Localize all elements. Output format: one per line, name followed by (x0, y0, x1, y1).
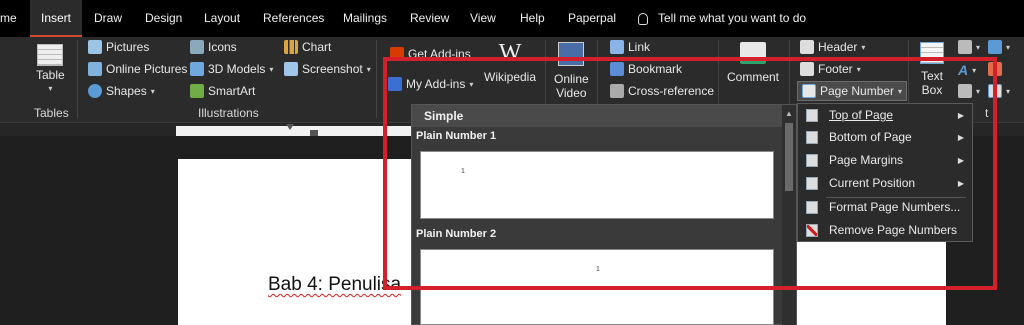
group-label-illustrations: Illustrations (198, 106, 259, 120)
online-pictures-button[interactable]: Online Pictures (88, 62, 187, 76)
tab-view[interactable]: View (470, 0, 496, 37)
chevron-down-icon: ▾ (150, 86, 155, 96)
screenshot-button[interactable]: Screenshot ▾ (284, 62, 371, 76)
smartart-icon (190, 84, 204, 98)
chevron-down-icon: ▾ (269, 64, 274, 74)
chevron-down-icon: ▾ (48, 84, 53, 93)
group-divider (376, 40, 377, 118)
tab-home[interactable]: me (0, 0, 17, 37)
tab-layout[interactable]: Layout (204, 0, 240, 37)
quick-parts-button[interactable]: ▾ (958, 40, 980, 54)
document-heading-text[interactable]: Bab 4: Penulisa (268, 274, 401, 296)
tab-design[interactable]: Design (145, 0, 182, 37)
tab-help[interactable]: Help (520, 0, 545, 37)
screenshot-icon (284, 62, 298, 76)
chevron-down-icon: ▾ (861, 42, 866, 52)
group-label-tables: Tables (34, 106, 69, 120)
online-picture-icon (88, 62, 102, 76)
link-button[interactable]: Link (610, 40, 650, 54)
chevron-down-icon: ▾ (1006, 42, 1011, 52)
table-button[interactable]: Table ▾ (36, 44, 65, 93)
3d-models-button[interactable]: 3D Models ▾ (190, 62, 273, 76)
shapes-icon (88, 84, 102, 98)
shapes-button[interactable]: Shapes ▾ (88, 84, 155, 98)
tab-draw[interactable]: Draw (94, 0, 122, 37)
signature-line-button[interactable]: ▾ (988, 40, 1010, 54)
chart-icon (284, 40, 298, 54)
indent-marker-icon[interactable] (286, 124, 294, 130)
signature-icon (988, 40, 1002, 54)
ribbon-tab-bar: me Insert Draw Design Layout References … (0, 0, 1024, 37)
tab-paperpal[interactable]: Paperpal (568, 0, 616, 37)
tab-review[interactable]: Review (410, 0, 449, 37)
smartart-button[interactable]: SmartArt (190, 84, 255, 98)
icons-icon (190, 40, 204, 54)
quick-parts-icon (958, 40, 972, 54)
group-divider (77, 40, 78, 118)
header-icon (800, 40, 814, 54)
link-icon (610, 40, 624, 54)
tell-me-search[interactable]: Tell me what you want to do (638, 0, 806, 37)
tab-insert[interactable]: Insert (30, 0, 83, 37)
table-icon (37, 44, 64, 66)
pictures-button[interactable]: Pictures (88, 40, 149, 54)
cube-icon (190, 62, 204, 76)
chevron-down-icon: ▾ (366, 64, 371, 74)
tab-mailings[interactable]: Mailings (343, 0, 387, 37)
header-button[interactable]: Header ▾ (800, 40, 865, 54)
chart-button[interactable]: Chart (284, 40, 331, 54)
lightbulb-icon (638, 12, 648, 25)
chevron-down-icon: ▾ (976, 42, 981, 52)
picture-icon (88, 40, 102, 54)
annotation-highlight-box (383, 57, 997, 290)
icons-button[interactable]: Icons (190, 40, 237, 54)
chevron-down-icon: ▾ (1006, 86, 1011, 96)
tab-references[interactable]: References (263, 0, 324, 37)
